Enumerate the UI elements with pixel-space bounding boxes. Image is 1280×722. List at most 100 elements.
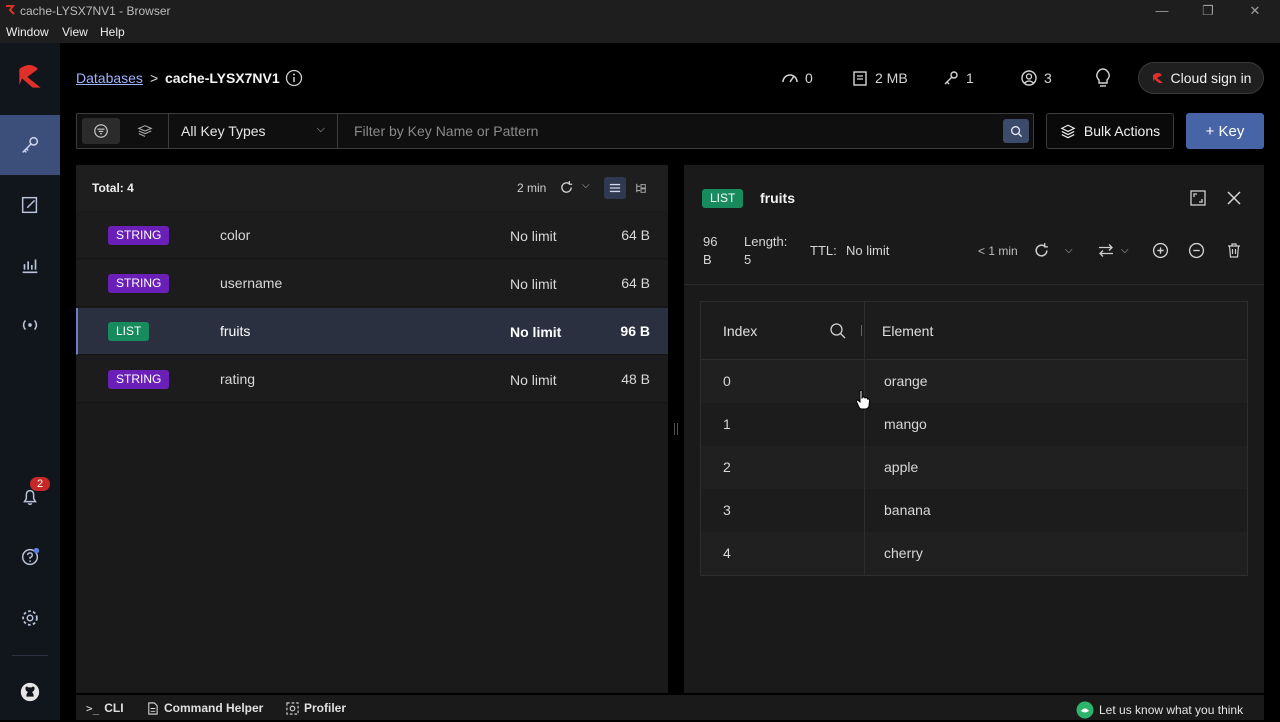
user-circle-icon [1021,70,1037,86]
sidebar-item-github[interactable] [0,662,60,722]
key-filter-input[interactable] [340,114,1000,148]
feedback-link[interactable]: Let us know what you think [1076,701,1243,719]
element-value: cherry [884,545,923,561]
edit-icon [21,196,38,214]
key-row-fruits[interactable]: LIST fruits No limit 96 B [76,308,668,355]
key-size: 64 B [621,275,650,291]
key-ttl: No limit [510,228,557,244]
command-helper-label: Command Helper [164,701,264,715]
menu-help[interactable]: Help [100,25,125,39]
sidebar-item-browser[interactable] [0,115,60,175]
memory-icon [853,71,867,86]
command-helper-button[interactable]: Command Helper [146,701,263,715]
restore-button[interactable]: ❐ [1198,2,1218,20]
table-row[interactable]: 3 banana [701,489,1247,532]
detail-refresh-icon[interactable] [1033,242,1050,259]
sidebar-item-analysis[interactable] [0,235,60,295]
key-row-rating[interactable]: STRING rating No limit 48 B [76,356,668,403]
stat-ops: 0 [781,69,813,87]
column-header-element: Element [882,323,934,339]
sidebar-item-pubsub[interactable] [0,295,60,355]
profiler-button[interactable]: Profiler [286,701,346,715]
add-key-button[interactable]: + Key [1186,113,1264,149]
close-icon[interactable] [1226,190,1242,206]
element-index: 1 [723,416,731,432]
key-row-username[interactable]: STRING username No limit 64 B [76,260,668,307]
search-mode-button[interactable] [126,118,164,144]
sidebar-item-help[interactable] [0,527,60,587]
menu-window[interactable]: Window [6,25,49,39]
refresh-options-chevron-icon[interactable]: ⌵ [582,180,590,191]
tree-view-icon [636,183,646,193]
detail-size-value: 96 [703,234,718,249]
expand-icon[interactable] [1189,189,1207,207]
detail-ttl-label: TTL: [810,243,837,258]
detail-key-name[interactable]: fruits [760,190,795,206]
close-window-button[interactable]: ✕ [1245,2,1265,20]
lightbulb-icon[interactable] [1094,68,1112,88]
feedback-label: Let us know what you think [1099,703,1244,717]
menu-view[interactable]: View [62,25,88,39]
filter-mode-button[interactable] [82,118,120,144]
key-row-color[interactable]: STRING color No limit 64 B [76,212,668,259]
profiler-icon [286,701,299,715]
remove-element-icon[interactable] [1188,242,1205,259]
stack-search-icon [137,125,153,137]
redis-logo-icon [19,65,41,88]
bulk-actions-button[interactable]: Bulk Actions [1046,113,1174,149]
detail-ttl-value[interactable]: No limit [846,243,889,258]
menu-bar: Window View Help [0,22,1280,43]
key-name: color [220,227,251,243]
add-element-icon[interactable] [1152,242,1169,259]
cloud-signin-button[interactable]: Cloud sign in [1138,62,1264,94]
trash-icon[interactable] [1226,242,1242,259]
search-button[interactable] [1003,119,1029,143]
key-name: username [220,275,283,291]
detail-length-label: Length: [744,234,788,249]
sidebar-item-notifications[interactable]: 2 [0,467,60,527]
stat-keys-value: 1 [966,70,974,86]
cli-button[interactable]: >_ CLI [86,701,124,715]
drag-grip-icon [674,423,678,435]
tree-view-button[interactable] [630,177,652,199]
swap-format-icon[interactable] [1097,242,1115,259]
breadcrumb-separator: > [150,70,159,86]
key-icon [22,136,39,153]
search-index-icon[interactable] [829,322,847,340]
table-row[interactable]: 4 cherry [701,532,1247,575]
key-type-select[interactable]: All Key Types ⌵ [168,114,338,148]
stat-clients-value: 3 [1044,70,1052,86]
sidebar-divider [12,655,48,656]
sidebar-item-settings[interactable] [0,588,60,648]
breadcrumb-databases-link[interactable]: Databases [76,70,143,86]
key-ttl: No limit [510,276,557,292]
detail-refresh-chevron-icon[interactable]: ⌵ [1065,245,1073,256]
info-icon[interactable] [285,69,303,87]
panel-resize-handle[interactable] [668,165,684,693]
key-type-badge: STRING [108,370,170,389]
table-row[interactable]: 1 mango [701,403,1247,446]
key-size: 96 B [620,323,650,339]
minimize-button[interactable]: — [1152,2,1172,20]
table-row[interactable]: 0 orange [701,360,1247,403]
list-view-button[interactable] [604,177,626,199]
terminal-icon: >_ [86,701,100,715]
key-size: 64 B [621,227,650,243]
key-ttl: No limit [510,372,557,388]
profiler-label: Profiler [304,701,347,715]
breadcrumb-current-db: cache-LYSX7NV1 [165,70,280,86]
chevron-down-icon: ⌵ [316,123,325,135]
key-type-badge: LIST [108,322,150,341]
speedometer-icon [782,74,798,83]
sidebar-item-workbench[interactable] [0,175,60,235]
element-value: banana [884,502,931,518]
element-index: 3 [723,502,731,518]
refresh-icon[interactable] [559,180,574,195]
table-row[interactable]: 2 apple [701,446,1247,489]
feedback-icon [1076,701,1094,719]
format-chevron-icon[interactable]: ⌵ [1121,245,1129,256]
brand-logo[interactable] [0,47,60,107]
cli-label: CLI [104,701,124,715]
app-logo-icon [6,5,15,15]
key-list-header: Total: 4 2 min ⌵ [76,165,668,211]
